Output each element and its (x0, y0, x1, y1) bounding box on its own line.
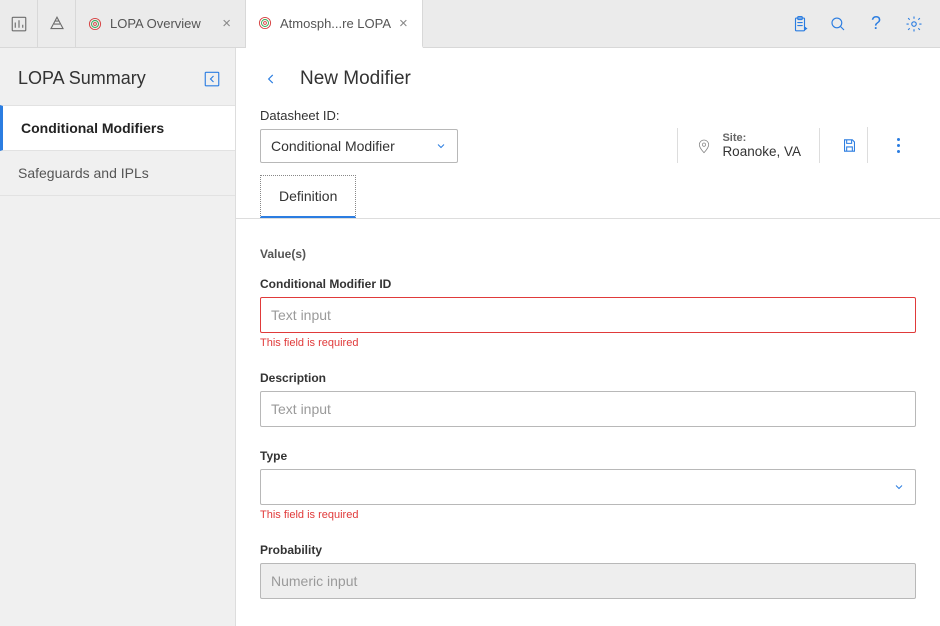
close-icon[interactable]: × (399, 16, 408, 31)
global-actions: ? (774, 0, 940, 47)
chevron-down-icon (893, 481, 905, 493)
search-icon[interactable] (828, 14, 848, 34)
sidebar-title: LOPA Summary (18, 68, 146, 89)
description-label: Description (260, 371, 916, 385)
sidebar-item-conditional-modifiers[interactable]: Conditional Modifiers (0, 105, 235, 151)
main-content: New Modifier Datasheet ID: Conditional M… (236, 48, 940, 626)
sidebar-item-label: Conditional Modifiers (21, 120, 164, 136)
save-button[interactable] (832, 127, 868, 163)
site-info: Site: Roanoke, VA (677, 128, 820, 163)
gear-icon[interactable] (904, 14, 924, 34)
kebab-icon (897, 138, 900, 153)
tab-label: LOPA Overview (110, 16, 201, 31)
sidebar-item-label: Safeguards and IPLs (18, 165, 149, 181)
cmid-label: Conditional Modifier ID (260, 277, 916, 291)
tab-atmosphere-lopa[interactable]: Atmosph...re LOPA × (246, 0, 423, 48)
site-label: Site: (722, 132, 801, 144)
tab-lopa-overview[interactable]: LOPA Overview × (76, 0, 246, 47)
page-title: New Modifier (300, 68, 411, 90)
page-tab-label: Definition (279, 188, 337, 204)
site-value: Roanoke, VA (722, 144, 801, 159)
conditional-modifier-id-input[interactable] (260, 297, 916, 333)
type-label: Type (260, 449, 916, 463)
clipboard-icon[interactable] (790, 14, 810, 34)
sidebar-item-safeguards-ipls[interactable]: Safeguards and IPLs (0, 151, 235, 196)
section-values-label: Value(s) (236, 219, 940, 267)
probability-label: Probability (260, 543, 916, 557)
close-icon[interactable]: × (222, 16, 231, 31)
back-button[interactable] (260, 68, 282, 90)
nav-hierarchy-icon[interactable] (38, 0, 76, 47)
nav-dashboard-icon[interactable] (0, 0, 38, 47)
tab-label: Atmosph...re LOPA (280, 16, 391, 31)
cmid-error: This field is required (260, 337, 916, 349)
datasheet-id-label: Datasheet ID: (260, 108, 458, 123)
tab-definition[interactable]: Definition (260, 175, 356, 218)
help-icon[interactable]: ? (866, 14, 886, 34)
location-pin-icon (696, 136, 712, 156)
description-input[interactable] (260, 391, 916, 427)
probability-input[interactable] (260, 563, 916, 599)
collapse-sidebar-icon[interactable] (203, 70, 221, 88)
type-error: This field is required (260, 509, 916, 521)
more-actions-button[interactable] (880, 127, 916, 163)
type-select[interactable] (260, 469, 916, 505)
app-tabstrip: LOPA Overview × Atmosph...re LOPA × ? (0, 0, 940, 48)
chevron-down-icon (435, 140, 447, 152)
datasheet-select[interactable]: Conditional Modifier (260, 129, 458, 163)
sidebar: LOPA Summary Conditional Modifiers Safeg… (0, 48, 236, 626)
datasheet-value: Conditional Modifier (271, 138, 395, 154)
